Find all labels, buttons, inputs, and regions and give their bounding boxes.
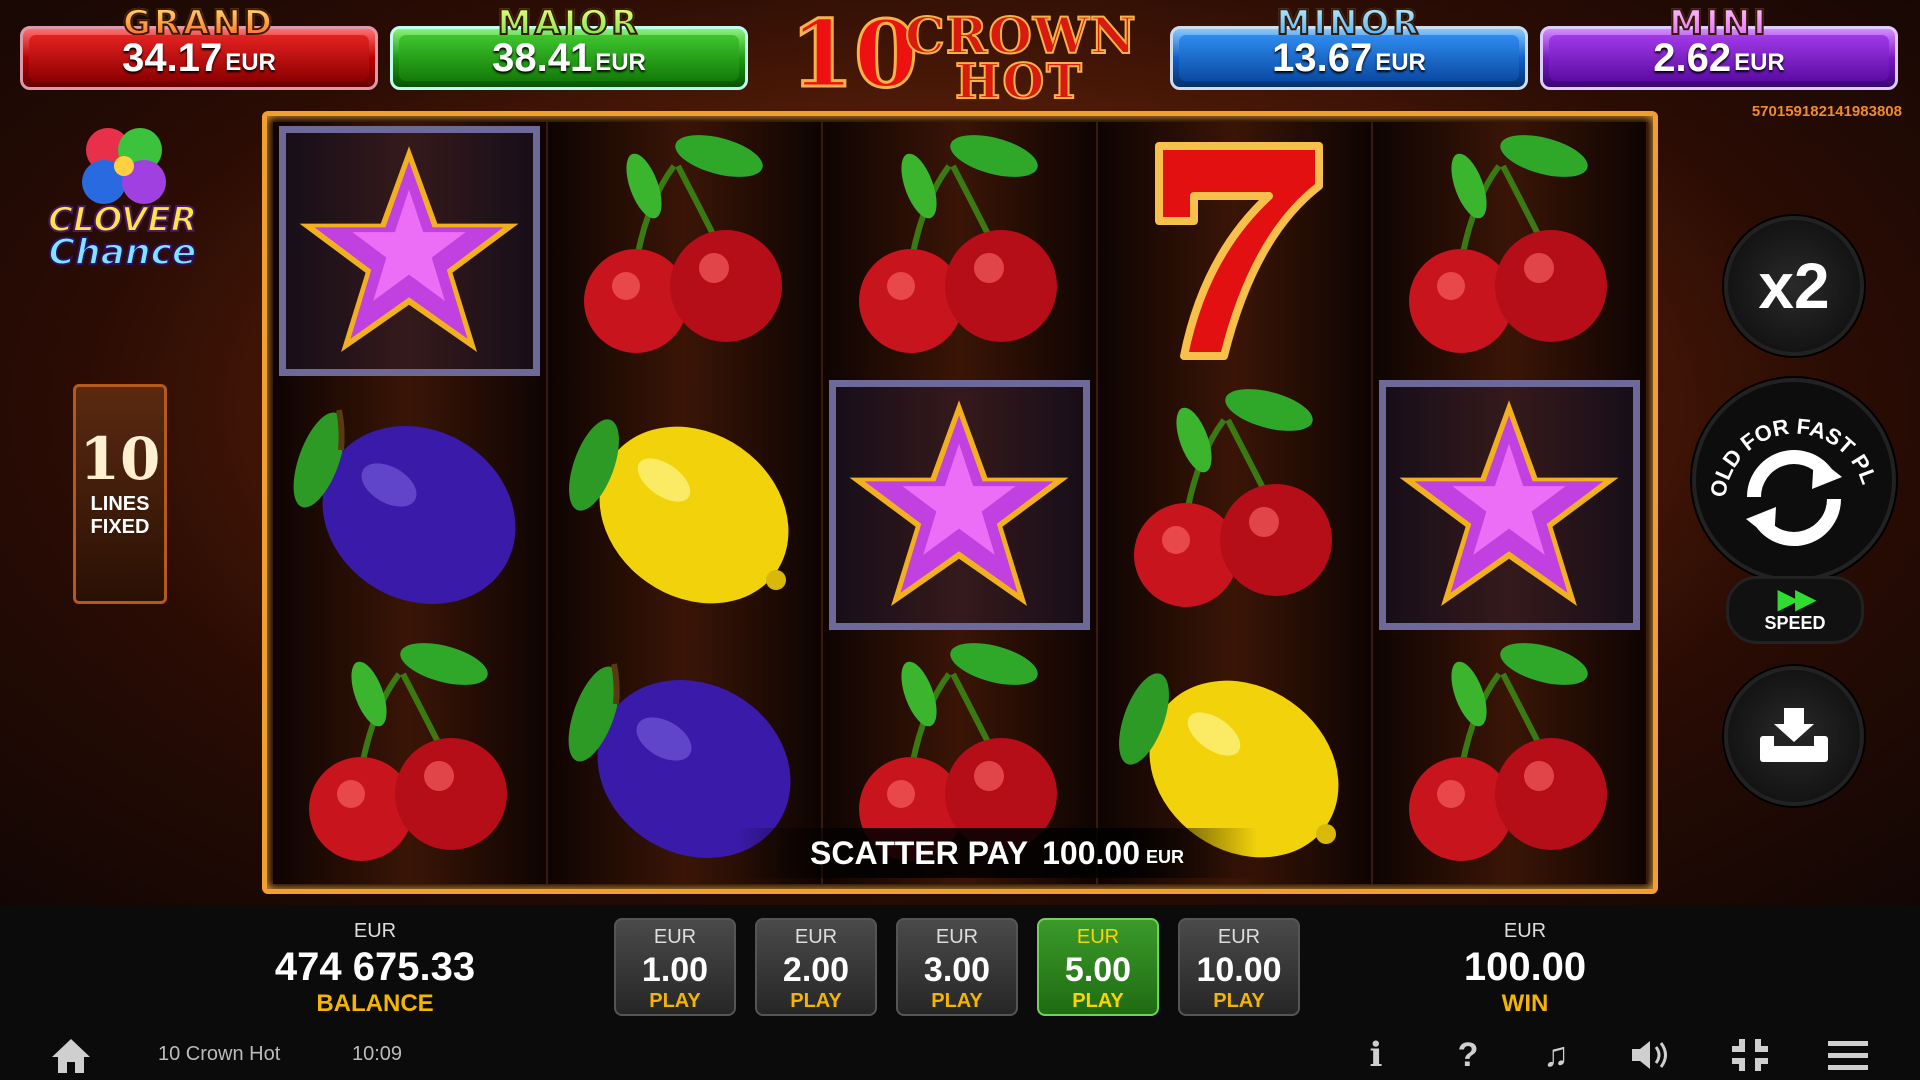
bet-currency: EUR — [653, 926, 697, 948]
bet-play-label: PLAY — [1072, 990, 1124, 1012]
balance-currency: EUR — [353, 920, 397, 942]
bet-currency: EUR — [794, 926, 838, 948]
jackpot-grand-value: 34.17 — [122, 35, 223, 80]
balance-display: EUR 474 675.33 BALANCE — [260, 920, 490, 1018]
reel-5 — [1373, 122, 1648, 884]
jackpot-mini-value: 2.62 — [1653, 35, 1732, 80]
sound-icon[interactable] — [1628, 1035, 1672, 1075]
cherry-icon — [279, 634, 540, 884]
win-label: WIN — [1501, 990, 1549, 1017]
cherry-icon — [1104, 380, 1365, 630]
logo-hot: HOT — [954, 53, 1084, 111]
scatter-label: SCATTER PAY — [810, 834, 1029, 871]
speed-button[interactable]: ▶▶ SPEED — [1726, 576, 1864, 644]
bet-currency: EUR — [935, 926, 979, 948]
multiplier-label: x2 — [1758, 250, 1830, 322]
game-name: 10 Crown Hot — [158, 1043, 281, 1065]
jackpot-minor-value: 13.67 — [1272, 35, 1373, 80]
bet-value: 3.00 — [923, 951, 991, 989]
jackpot-major-value: 38.41 — [492, 35, 593, 80]
lines-number: 10 — [79, 425, 161, 493]
scatter-pay-banner: SCATTER PAY 100.00 EUR — [737, 828, 1257, 878]
lines-fixed-panel: 10 LINES FIXED — [73, 384, 167, 604]
cherry-icon — [1379, 126, 1640, 376]
home-icon[interactable] — [50, 1035, 92, 1075]
reel-grid: SCATTER PAY 100.00 EUR — [262, 111, 1658, 894]
bet-button-1[interactable]: EUR 1.00 PLAY — [614, 918, 736, 1016]
bet-button-4[interactable]: EUR 5.00 PLAY — [1037, 918, 1159, 1016]
reel-3 — [823, 122, 1098, 884]
bet-value: 2.00 — [782, 951, 850, 989]
logo-ten: 10 — [788, 0, 919, 108]
win-currency: EUR — [1503, 920, 1547, 942]
clock: 10:09 — [352, 1043, 403, 1065]
jackpot-mini-currency: EUR — [1734, 49, 1785, 76]
bet-value: 1.00 — [641, 951, 709, 989]
clover-chance-logo: CLOVER Chance — [40, 120, 205, 280]
bet-play-label: PLAY — [790, 990, 842, 1012]
fullscreen-icon[interactable] — [1728, 1035, 1772, 1075]
bet-play-label: PLAY — [1213, 990, 1265, 1012]
menu-icon[interactable] — [1826, 1035, 1870, 1075]
lemon-icon — [554, 380, 815, 630]
star-icon — [1379, 380, 1640, 630]
bet-button-3[interactable]: EUR 3.00 PLAY — [896, 918, 1018, 1016]
multiplier-button[interactable]: x2 — [1724, 216, 1864, 356]
help-icon[interactable]: ? — [1446, 1035, 1490, 1075]
music-icon[interactable]: ♫ — [1534, 1035, 1578, 1075]
bet-value: 10.00 — [1196, 951, 1282, 989]
svg-text:HOLD FOR FAST PLAY: HOLD FOR FAST PLAY — [1696, 382, 1882, 499]
jackpot-mini: MINI 2.62 EUR — [1540, 2, 1898, 90]
balance-label: BALANCE — [316, 990, 434, 1017]
spin-button[interactable]: HOLD FOR FAST PLAY — [1692, 378, 1896, 582]
scatter-value: 100.00 — [1042, 834, 1140, 871]
jackpot-grand: GRAND 34.17 EUR — [20, 2, 378, 90]
footer-bar: 10 Crown Hot 10:09 i ? ♫ — [0, 1035, 1920, 1080]
fast-forward-icon: ▶▶ — [1777, 583, 1816, 614]
info-icon[interactable]: i — [1354, 1035, 1398, 1075]
jackpot-minor-currency: EUR — [1375, 49, 1426, 76]
jackpot-grand-currency: EUR — [225, 49, 276, 76]
star-icon — [279, 126, 540, 376]
reel-1 — [273, 122, 548, 884]
win-display: EUR 100.00 WIN — [1440, 920, 1610, 1018]
star-icon — [829, 380, 1090, 630]
speed-label: SPEED — [1764, 613, 1826, 633]
scatter-currency: EUR — [1145, 846, 1184, 867]
jackpot-major: MAJOR 38.41 EUR — [390, 2, 748, 90]
bet-play-label: PLAY — [649, 990, 701, 1012]
jackpot-minor: MINOR 13.67 EUR — [1170, 2, 1528, 90]
collect-icon — [1760, 708, 1828, 762]
spin-hint-text: HOLD FOR FAST PLAY — [1696, 382, 1882, 499]
round-id: 570159182141983808 — [1751, 103, 1902, 120]
fixed-label: FIXED — [90, 516, 150, 538]
chance-word: Chance — [48, 231, 198, 274]
win-value: 100.00 — [1463, 945, 1587, 989]
bet-currency: EUR — [1217, 926, 1261, 948]
plum-icon — [279, 380, 540, 630]
bet-button-2[interactable]: EUR 2.00 PLAY — [755, 918, 877, 1016]
collect-button[interactable] — [1724, 666, 1864, 806]
jackpot-major-currency: EUR — [595, 49, 646, 76]
cherry-icon — [554, 126, 815, 376]
bet-play-label: PLAY — [931, 990, 983, 1012]
game-logo: 10 CROWN HOT — [788, 0, 1136, 112]
reel-2 — [548, 122, 823, 884]
cherry-icon — [829, 126, 1090, 376]
cherry-icon — [1379, 634, 1640, 884]
bet-currency: EUR — [1076, 926, 1120, 948]
seven-icon — [1104, 126, 1365, 376]
reel-4 — [1098, 122, 1373, 884]
bet-value: 5.00 — [1064, 951, 1132, 989]
balance-value: 474 675.33 — [274, 945, 476, 989]
bet-button-5[interactable]: EUR 10.00 PLAY — [1178, 918, 1300, 1016]
lines-label: LINES — [90, 493, 150, 515]
